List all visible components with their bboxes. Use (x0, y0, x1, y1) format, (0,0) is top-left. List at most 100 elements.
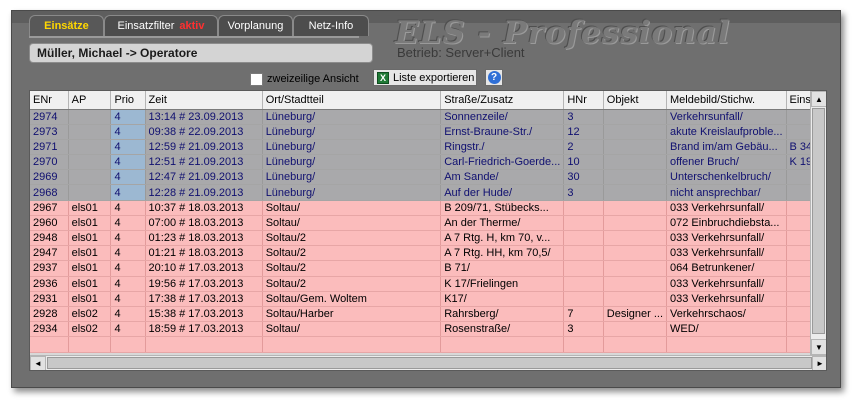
tab-netz-info[interactable]: Netz-Info (293, 15, 369, 36)
table-cell: 07:00 # 18.03.2013 (145, 215, 263, 232)
table-cell: 2937 (30, 260, 69, 277)
scroll-down-icon[interactable]: ▼ (811, 339, 826, 355)
table-cell: 4 (110, 306, 146, 323)
table-cell (603, 336, 668, 353)
table-header-row: ENr AP Prio Zeit Ort/Stadtteil Straße/Zusatz H… (30, 91, 826, 110)
table-cell (68, 169, 112, 186)
table-cell: 18:59 # 17.03.2013 (145, 321, 263, 338)
table-cell: 4 (110, 260, 146, 277)
column-header[interactable]: Zeit (145, 91, 263, 110)
table-cell (563, 230, 604, 247)
two-line-view-label: zweizeilige Ansicht (267, 73, 359, 85)
main-window: Einsätze Einsatzfilter aktiv Vorplanung … (11, 10, 841, 388)
table-row[interactable]: 2931 els01 4 17:38 # 17.03.2013 Soltau/Gem. … (30, 291, 826, 307)
column-header[interactable]: Meldebild/Stichw. (666, 91, 787, 110)
table-row[interactable]: 2928 els02 4 15:38 # 17.03.2013 Soltau/Harbe… (30, 306, 826, 323)
table-row[interactable]: 2936 els01 4 19:56 # 17.03.2013 Soltau/2 K 17… (30, 276, 826, 292)
tab-einsaetze[interactable]: Einsätze (29, 15, 104, 36)
help-icon: ? (487, 71, 501, 84)
table-cell: 4 (110, 109, 146, 125)
column-header[interactable]: Objekt (603, 91, 668, 110)
table-cell: Verkehrschaos/ (666, 306, 787, 323)
table-row[interactable]: 2969 4 12:47 # 21.09.2013 Lüneburg/Am Sande… (30, 169, 826, 186)
table-cell: 4 (110, 321, 146, 338)
table-cell: 033 Verkehrsunfall/ (666, 230, 787, 247)
incidents-table: ENr AP Prio Zeit Ort/Stadtteil Straße/Zusatz H… (30, 91, 826, 353)
table-row[interactable]: 2948 els01 4 01:23 # 18.03.2013 Soltau/2 A 7 … (30, 230, 826, 247)
table-cell: 20:10 # 17.03.2013 (145, 260, 263, 277)
table-cell: 3 (563, 109, 604, 125)
table-cell: Sonnenzeile/ (440, 109, 565, 125)
table-row[interactable]: 2970 4 12:51 # 21.09.2013 Lüneburg/Carl-Fri… (30, 154, 826, 171)
export-list-button[interactable]: X Liste exportieren (373, 69, 477, 86)
column-header[interactable]: HNr (563, 91, 604, 110)
table-cell: Brand im/am Gebäu... (666, 139, 787, 156)
table-cell: 4 (110, 215, 146, 232)
scroll-left-icon[interactable]: ◄ (30, 356, 46, 370)
horizontal-scrollbar[interactable]: ◄ ► (30, 355, 826, 370)
table-row[interactable]: 2947 els01 4 01:21 # 18.03.2013 Soltau/2 A 7 … (30, 245, 826, 262)
table-row[interactable] (30, 336, 826, 353)
table-row[interactable]: 2974 4 13:14 # 23.09.2013 Lüneburg/Sonnenze… (30, 109, 826, 125)
table-cell: els01 (68, 215, 112, 232)
table-row[interactable]: 2937 els01 4 20:10 # 17.03.2013 Soltau/2 B 71… (30, 260, 826, 277)
table-cell: 2971 (30, 139, 69, 156)
table-cell: 4 (110, 245, 146, 262)
column-header[interactable]: Straße/Zusatz (440, 91, 565, 110)
table-row[interactable]: 2968 4 12:28 # 21.09.2013 Lüneburg/Auf der … (30, 184, 826, 201)
table-cell: 4 (110, 184, 146, 201)
table-cell (603, 124, 668, 140)
column-header[interactable]: ENr (30, 91, 69, 110)
vertical-scrollbar[interactable]: ▲ ▼ (810, 91, 826, 356)
table-cell: K 17/Frielingen (440, 276, 565, 292)
table-cell: 10 (563, 154, 604, 171)
table-cell: Designer ... (603, 306, 668, 323)
table-cell (603, 215, 668, 232)
tab-vorplanung[interactable]: Vorplanung (218, 15, 293, 36)
table-cell: 2970 (30, 154, 69, 171)
table-cell (563, 215, 604, 232)
table-cell (563, 245, 604, 262)
table-cell: 2969 (30, 169, 69, 186)
table-cell: Soltau/ (262, 321, 442, 338)
table-cell: Lüneburg/ (262, 124, 442, 140)
table-cell: els01 (68, 245, 112, 262)
operation-mode: Betrieb: Server+Client (397, 45, 525, 60)
table-cell: Auf der Hude/ (440, 184, 565, 201)
column-header[interactable]: AP (68, 91, 112, 110)
scroll-right-icon[interactable]: ► (812, 356, 826, 370)
help-button[interactable]: ? (485, 69, 503, 86)
column-header[interactable]: Ort/Stadtteil (262, 91, 442, 110)
table-row[interactable]: 2934 els02 4 18:59 # 17.03.2013 Soltau/Rosen… (30, 321, 826, 338)
column-header[interactable]: Prio (110, 91, 146, 110)
two-line-view-checkbox[interactable] (250, 73, 263, 86)
table-cell: Lüneburg/ (262, 109, 442, 125)
table-cell: 15:38 # 17.03.2013 (145, 306, 263, 323)
table-cell (563, 276, 604, 292)
table-cell: akute Kreislaufproble... (666, 124, 787, 140)
tab-einsatzfilter[interactable]: Einsatzfilter aktiv (104, 15, 218, 36)
table-cell: 3 (563, 184, 604, 201)
table-cell: WED/ (666, 321, 787, 338)
table-cell: Soltau/2 (262, 260, 442, 277)
vertical-scroll-thumb[interactable] (812, 108, 825, 334)
table-row[interactable]: 2973 4 09:38 # 22.09.2013 Lüneburg/Ernst-Br… (30, 124, 826, 140)
table-cell: Ringstr./ (440, 139, 565, 156)
tab-einsaetze-label: Einsätze (44, 20, 89, 32)
table-cell: Lüneburg/ (262, 184, 442, 201)
table-cell: Lüneburg/ (262, 154, 442, 171)
table-row[interactable]: 2960 els01 4 07:00 # 18.03.2013 Soltau/An de… (30, 215, 826, 232)
table-cell: 12:51 # 21.09.2013 (145, 154, 263, 171)
table-cell (30, 336, 69, 353)
export-list-label: Liste exportieren (393, 71, 475, 84)
current-user: Müller, Michael -> Operatore (29, 43, 373, 63)
table-cell: 12:47 # 21.09.2013 (145, 169, 263, 186)
horizontal-scroll-thumb[interactable] (47, 357, 812, 369)
table-row[interactable]: 2971 4 12:59 # 21.09.2013 Lüneburg/Ringstr.… (30, 139, 826, 156)
tab-netz-info-label: Netz-Info (308, 20, 354, 32)
table-cell (262, 336, 442, 353)
table-cell: Soltau/Gem. Woltem (262, 291, 442, 307)
table-cell (68, 336, 112, 353)
table-row[interactable]: 2967 els01 4 10:37 # 18.03.2013 Soltau/B 209… (30, 200, 826, 216)
scroll-up-icon[interactable]: ▲ (811, 91, 826, 107)
